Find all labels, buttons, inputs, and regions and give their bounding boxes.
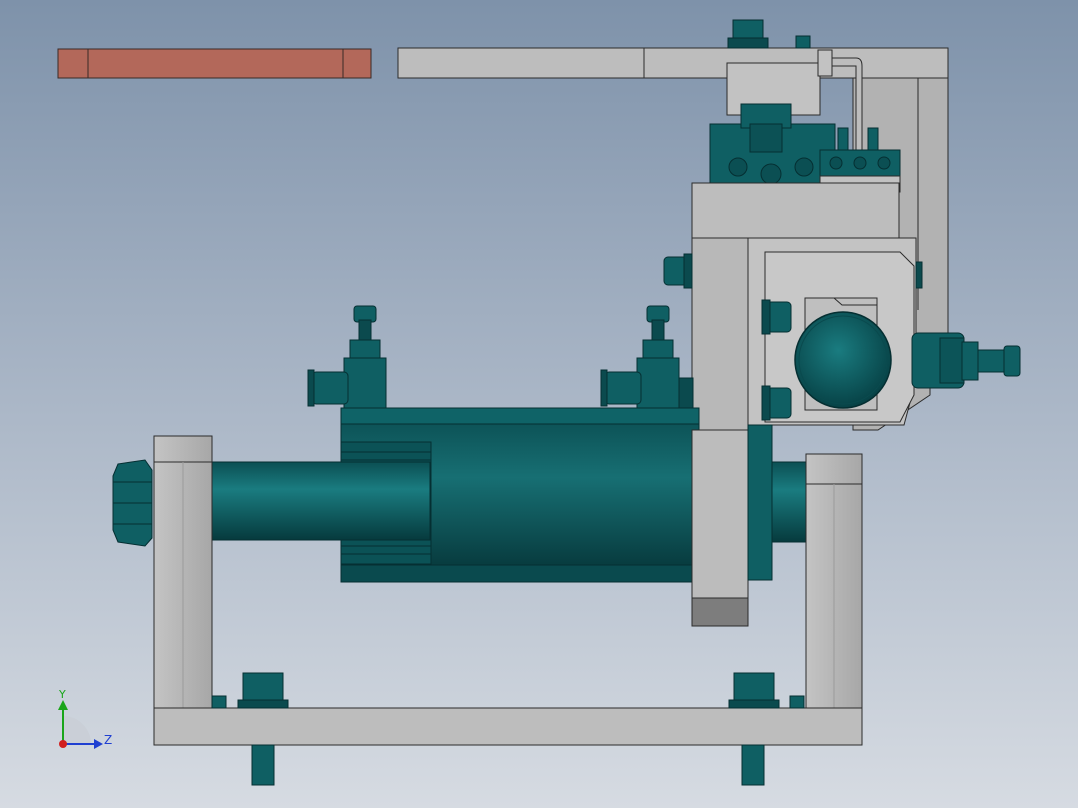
rotary-disk — [794, 311, 892, 409]
right-connector — [911, 332, 1021, 389]
triad-y-label: Y — [58, 688, 66, 701]
top-rail — [397, 47, 949, 79]
triad-z-label: Z — [104, 733, 112, 747]
cylinder-flange — [691, 424, 773, 627]
coordinate-triad-icon: Y Z — [58, 688, 112, 749]
port-fitting-right — [600, 305, 694, 409]
cad-viewport[interactable]: Y Z — [0, 0, 1078, 808]
slide-plate-assembly — [691, 182, 917, 431]
assembly-model[interactable]: Y Z — [0, 0, 1078, 808]
port-fitting-left — [307, 305, 387, 409]
copper-bar — [57, 48, 372, 79]
rod-nut — [112, 459, 153, 547]
top-fitting — [727, 19, 811, 49]
